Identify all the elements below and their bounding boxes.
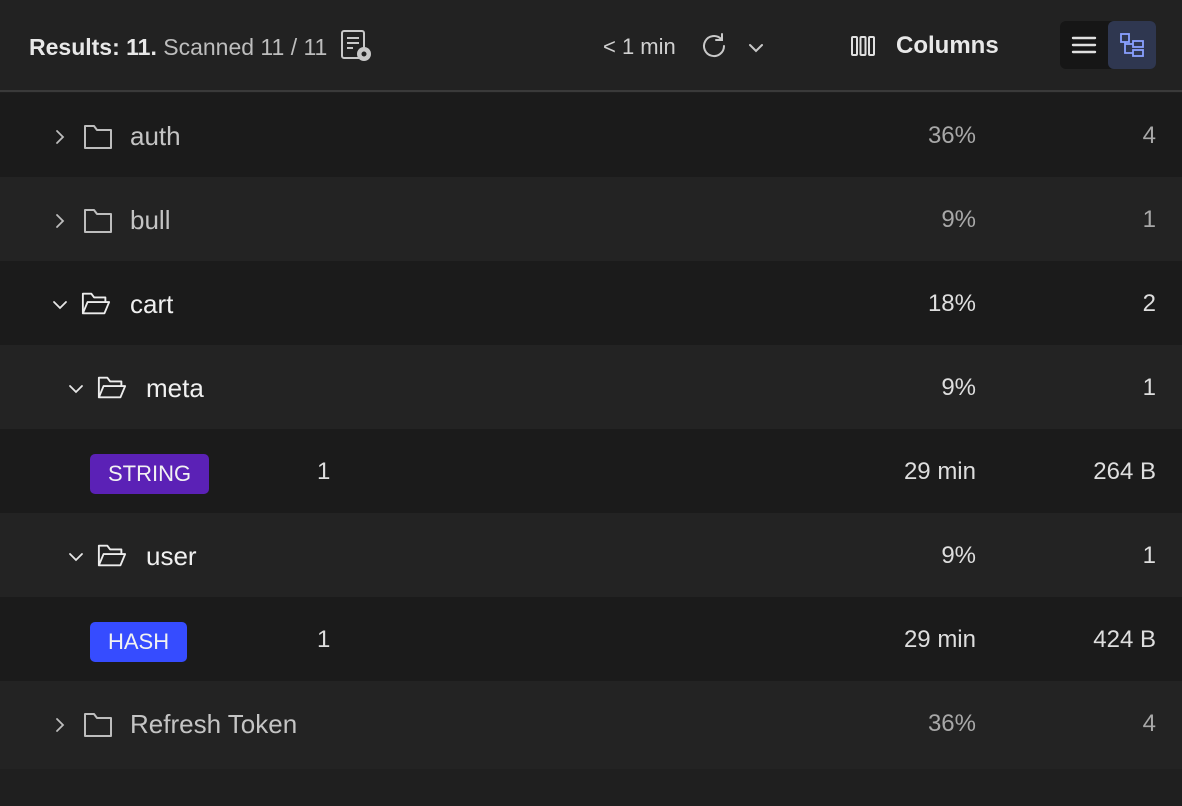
folder-open-icon — [97, 376, 127, 399]
key-row[interactable]: STRING 1 29 min 264 B — [0, 429, 1182, 513]
folder-key-count: 4 — [1142, 710, 1156, 737]
chevron-down-icon[interactable] — [746, 38, 766, 58]
folder-key-count: 1 — [1142, 374, 1156, 401]
view-toggle — [1060, 21, 1156, 69]
folder-name: bull — [130, 205, 171, 235]
key-tree: auth 36% 4 bull 9% 1 cart 18% 2 meta 9% … — [0, 93, 1182, 769]
folder-percentage: 36% — [927, 710, 976, 737]
key-ttl: 29 min — [903, 626, 976, 653]
folder-icon — [84, 209, 112, 233]
folder-open-icon — [81, 292, 111, 315]
chevron-down-icon[interactable] — [68, 381, 84, 397]
scanned-count: Scanned 11 / 11 — [163, 34, 328, 60]
results-toolbar: Results: 11. Scanned 11 / 11 < 1 min Col… — [0, 0, 1182, 92]
folder-name: meta — [146, 373, 204, 403]
key-row[interactable]: HASH 1 29 min 424 B — [0, 597, 1182, 681]
columns-label: Columns — [896, 32, 999, 59]
folder-key-count: 1 — [1142, 206, 1156, 233]
folder-percentage: 36% — [927, 122, 976, 149]
folder-name: user — [146, 541, 197, 571]
folder-key-count: 2 — [1142, 290, 1156, 317]
folder-name: cart — [130, 289, 174, 319]
key-type-badge: STRING — [90, 454, 210, 494]
chevron-down-icon[interactable] — [68, 549, 84, 565]
tree-row-refresh-token[interactable]: Refresh Token 36% 4 — [0, 681, 1182, 769]
folder-name: auth — [130, 121, 181, 151]
folder-percentage: 9% — [941, 206, 976, 233]
folder-percentage: 9% — [941, 374, 976, 401]
folder-icon — [84, 125, 112, 149]
key-size: 264 B — [1093, 458, 1156, 485]
chevron-right-icon[interactable] — [52, 717, 68, 733]
chevron-right-icon[interactable] — [52, 129, 68, 145]
key-size: 424 B — [1093, 626, 1156, 653]
tree-row-user[interactable]: user 9% 1 — [0, 513, 1182, 597]
folder-key-count: 1 — [1142, 542, 1156, 569]
refresh-icon[interactable] — [700, 31, 728, 61]
key-count: 1 — [317, 458, 331, 485]
chevron-down-icon[interactable] — [52, 297, 68, 313]
folder-percentage: 9% — [941, 542, 976, 569]
columns-button[interactable]: Columns — [850, 28, 999, 64]
key-ttl: 29 min — [903, 458, 976, 485]
key-type-badge: HASH — [90, 622, 188, 662]
folder-name: Refresh Token — [130, 709, 298, 739]
scan-settings-icon[interactable] — [339, 28, 375, 64]
tree-row-meta[interactable]: meta 9% 1 — [0, 345, 1182, 429]
results-count: Results: 11. — [29, 34, 157, 60]
list-view-button[interactable] — [1060, 21, 1108, 69]
folder-open-icon — [97, 544, 127, 567]
list-view-icon — [1071, 36, 1097, 54]
folder-icon — [84, 713, 112, 737]
tree-row-cart[interactable]: cart 18% 2 — [0, 261, 1182, 345]
tree-row-auth[interactable]: auth 36% 4 — [0, 93, 1182, 177]
folder-key-count: 4 — [1142, 122, 1156, 149]
chevron-right-icon[interactable] — [52, 213, 68, 229]
tree-view-button[interactable] — [1108, 21, 1156, 69]
results-summary: Results: 11. Scanned 11 / 11 — [29, 33, 327, 61]
columns-icon — [851, 36, 875, 56]
tree-row-bull[interactable]: bull 9% 1 — [0, 177, 1182, 261]
folder-percentage: 18% — [927, 290, 976, 317]
key-count: 1 — [317, 626, 331, 653]
last-refresh-time: < 1 min — [603, 34, 676, 59]
tree-view-icon — [1120, 33, 1144, 57]
